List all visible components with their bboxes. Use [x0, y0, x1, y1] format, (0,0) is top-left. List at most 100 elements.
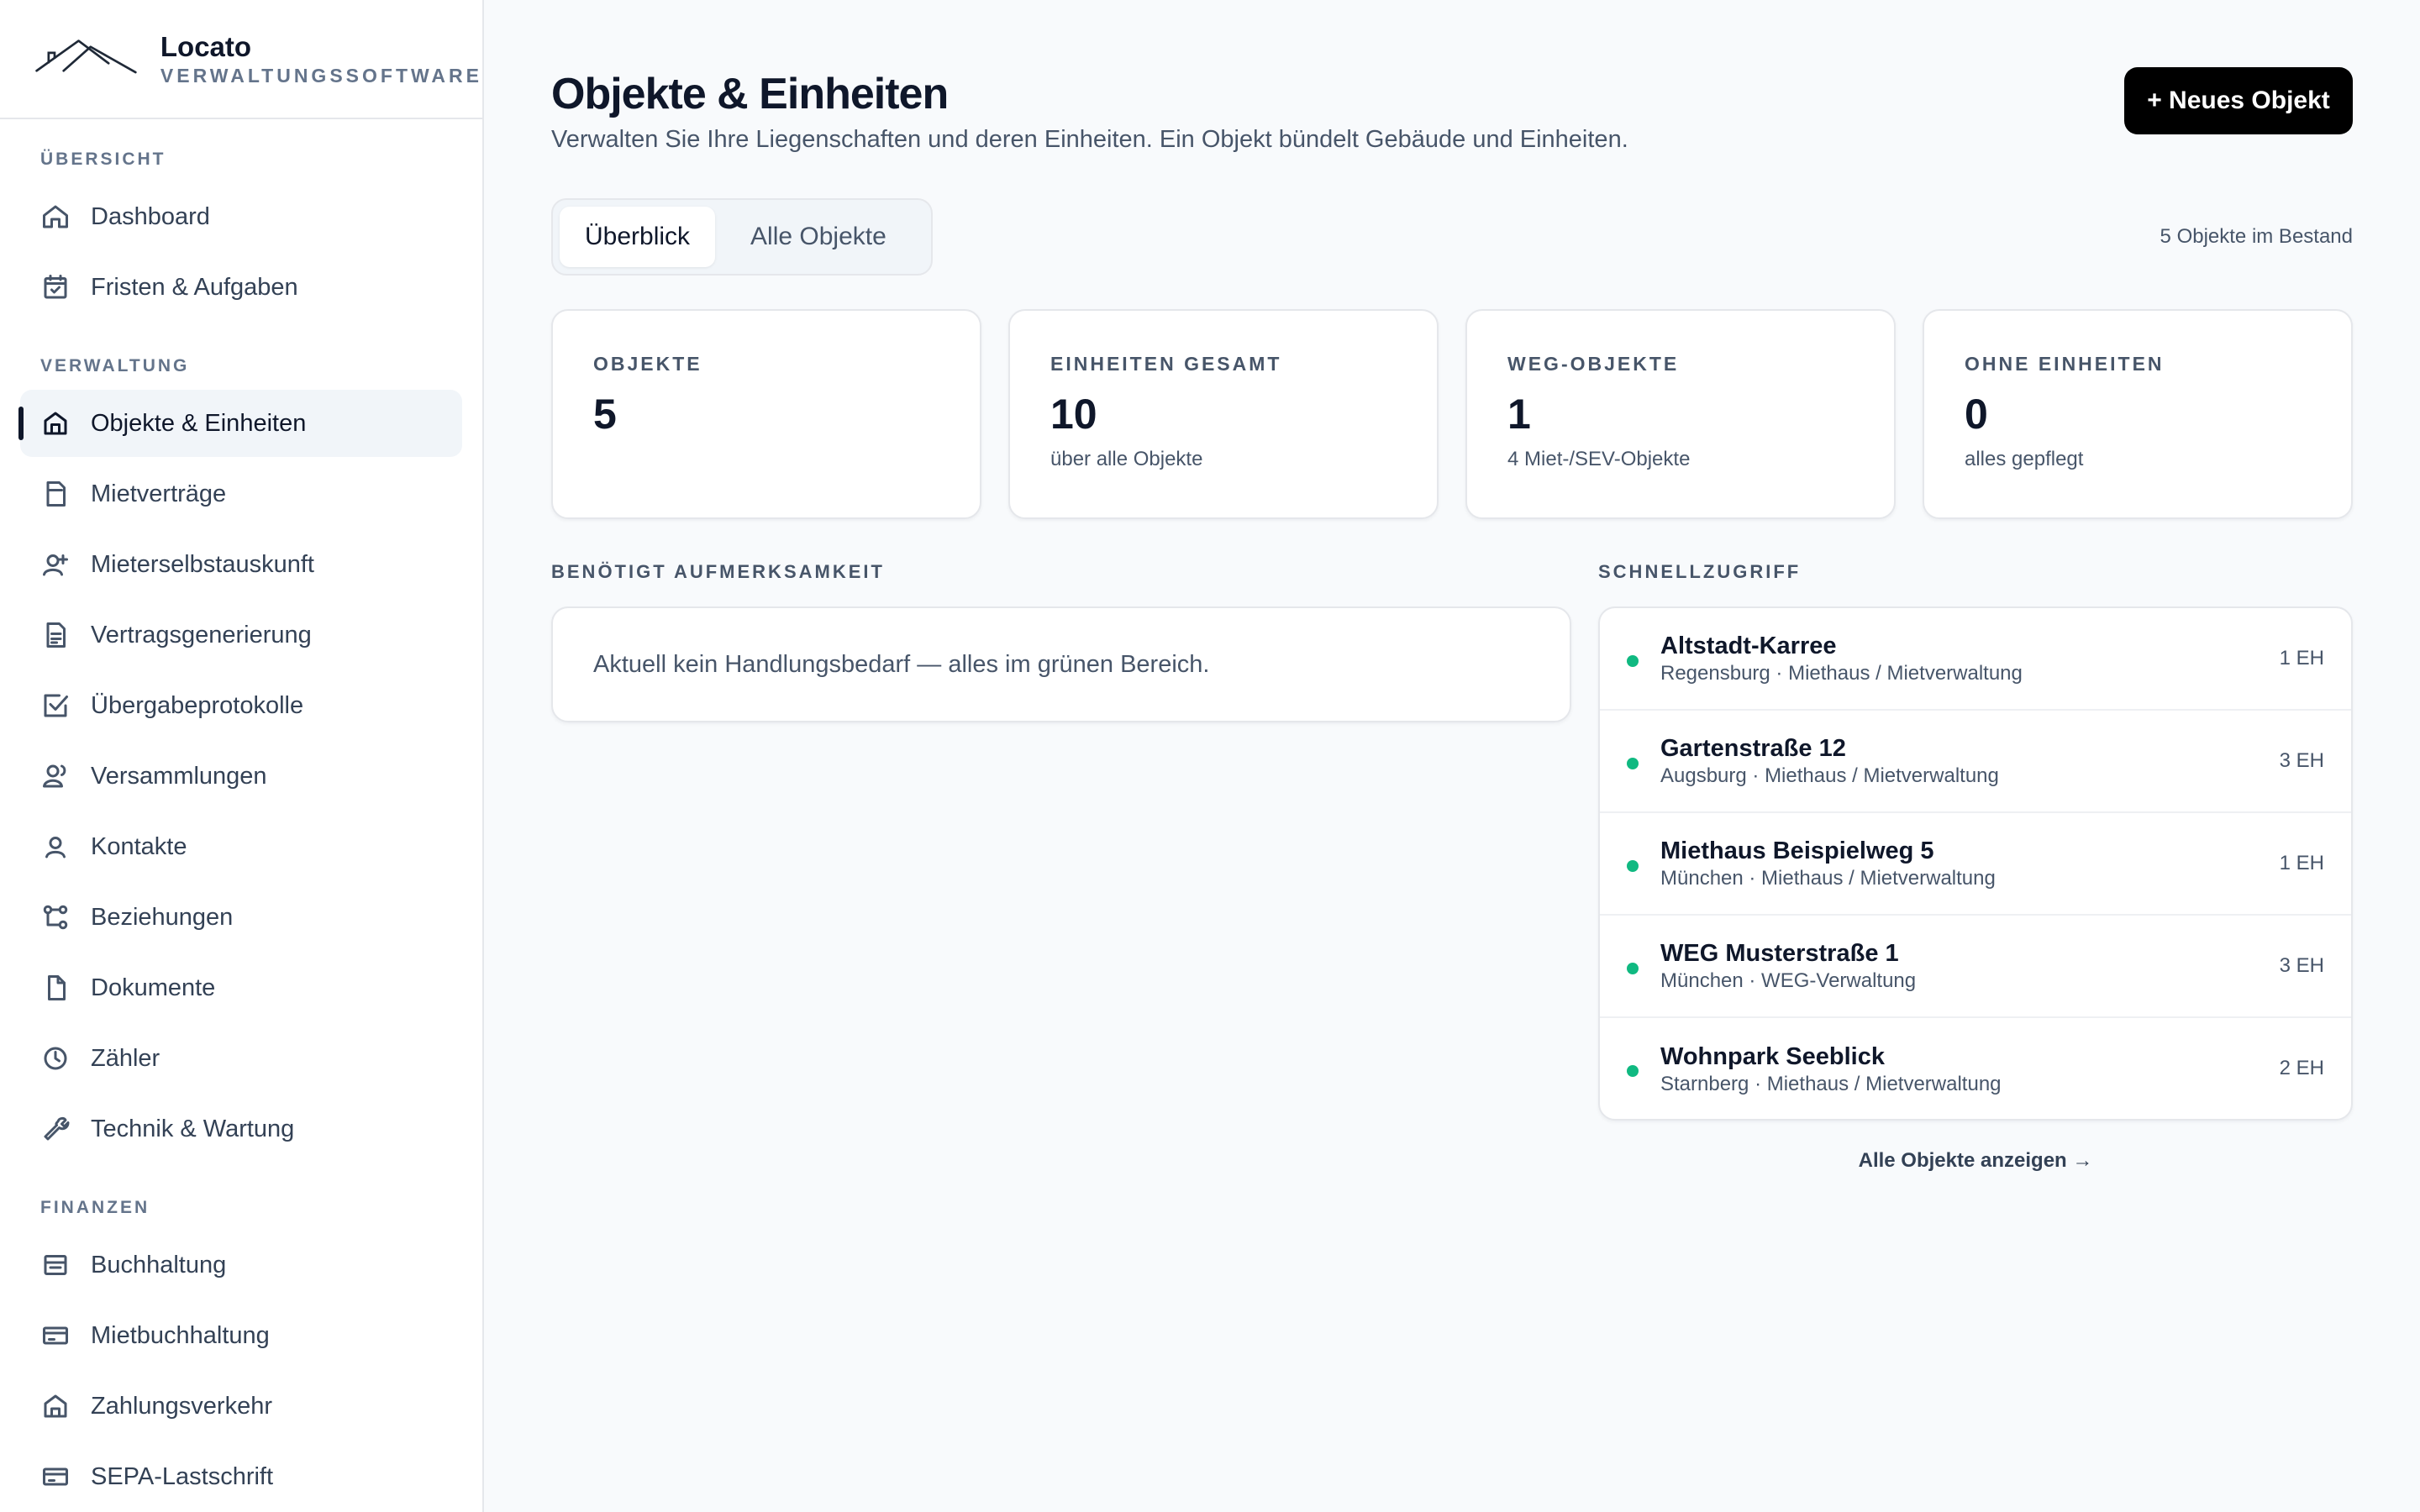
stat-card-weg: WEG-OBJEKTE 1 4 Miet-/SEV-Objekte	[1465, 309, 1896, 519]
show-all-objects-link[interactable]: Alle Objekte anzeigen →	[1598, 1149, 2353, 1173]
calendar-check-icon	[40, 272, 71, 302]
stat-value: 5	[593, 391, 617, 438]
tab-overview[interactable]: Überblick	[560, 207, 716, 267]
home-icon	[40, 202, 71, 232]
stat-sub: alles gepflegt	[1965, 448, 2084, 470]
object-meta: München · WEG-Verwaltung	[1660, 969, 1917, 992]
list-item[interactable]: Altstadt-Karree Regensburg · Miethaus / …	[1600, 608, 2351, 711]
status-dot	[1627, 758, 1639, 769]
object-name: Miethaus Beispielweg 5	[1660, 837, 1934, 864]
brand-subtitle: VERWALTUNGSSOFTWARE	[160, 65, 482, 87]
brand-name: Locato	[160, 31, 252, 62]
stat-label: EINHEITEN GESAMT	[1050, 353, 1282, 375]
sidebar-item-kontakte[interactable]: Kontakte	[20, 813, 462, 880]
nav-section-overview: ÜBERSICHT	[40, 150, 166, 169]
sidebar-item-objekte[interactable]: Objekte & Einheiten	[18, 390, 462, 457]
stat-value: 0	[1965, 391, 1988, 438]
status-dot	[1627, 655, 1639, 667]
stat-label: OBJEKTE	[593, 353, 702, 375]
list-item[interactable]: WEG Musterstraße 1 München · WEG-Verwalt…	[1600, 916, 2351, 1018]
page-title: Objekte & Einheiten	[551, 70, 949, 118]
sidebar-item-zaehler[interactable]: Zähler	[20, 1025, 462, 1092]
sidebar-item-label: Zähler	[91, 1044, 160, 1072]
sidebar-item-label: Mieterselbstauskunft	[91, 550, 314, 578]
stat-value: 10	[1050, 391, 1097, 438]
sidebar-item-zahlungsverkehr[interactable]: Zahlungsverkehr	[20, 1373, 462, 1440]
unit-count: 1 EH	[2279, 852, 2324, 874]
sidebar-item-label: SEPA-Lastschrift	[91, 1462, 274, 1490]
file-icon	[40, 973, 71, 1003]
sidebar-item-label: Übergabeprotokolle	[91, 691, 304, 719]
checkbox-icon	[40, 690, 71, 721]
sidebar-item-vertragsgenerierung[interactable]: Vertragsgenerierung	[20, 601, 462, 669]
status-dot	[1627, 860, 1639, 872]
sidebar-item-label: Dashboard	[91, 202, 210, 230]
sidebar-item-beziehungen[interactable]: Beziehungen	[20, 884, 462, 951]
nav-section-verwaltung: VERWALTUNG	[40, 356, 190, 375]
card-icon	[40, 1462, 71, 1492]
object-meta: Regensburg · Miethaus / Mietverwaltung	[1660, 662, 2023, 685]
object-name: Gartenstraße 12	[1660, 735, 1846, 762]
document-text-icon	[40, 620, 71, 650]
sidebar-item-buchhaltung[interactable]: Buchhaltung	[20, 1231, 462, 1299]
main-content: Objekte & Einheiten Verwalten Sie Ihre L…	[486, 0, 2420, 1512]
sidebar-item-label: Mietbuchhaltung	[91, 1321, 270, 1349]
sidebar-item-label: Versammlungen	[91, 762, 267, 790]
object-count-note: 5 Objekte im Bestand	[2160, 225, 2353, 248]
attention-box: Aktuell kein Handlungsbedarf — alles im …	[551, 606, 1571, 722]
sidebar-item-label: Objekte & Einheiten	[91, 409, 307, 437]
stat-value: 1	[1507, 391, 1531, 438]
relations-icon	[40, 902, 71, 932]
sidebar-item-dokumente[interactable]: Dokumente	[20, 954, 462, 1021]
bank-icon	[40, 1391, 71, 1421]
users-icon	[40, 761, 71, 791]
sidebar-item-uebergabeprotokolle[interactable]: Übergabeprotokolle	[20, 672, 462, 739]
logo-icon	[35, 39, 137, 74]
stat-sub: 4 Miet-/SEV-Objekte	[1507, 448, 1691, 470]
quick-access-list: Altstadt-Karree Regensburg · Miethaus / …	[1598, 606, 2353, 1121]
object-meta: Starnberg · Miethaus / Mietverwaltung	[1660, 1073, 2002, 1095]
sidebar-item-label: Zahlungsverkehr	[91, 1392, 272, 1420]
status-dot	[1627, 1065, 1639, 1077]
sidebar-item-fristen[interactable]: Fristen & Aufgaben	[20, 254, 462, 321]
sidebar-item-sepa[interactable]: SEPA-Lastschrift	[20, 1443, 462, 1510]
brand-header[interactable]: Locato VERWALTUNGSSOFTWARE	[0, 0, 482, 119]
sidebar-item-mietvertraege[interactable]: Mietverträge	[20, 460, 462, 528]
sidebar-item-label: Beziehungen	[91, 903, 234, 931]
unit-count: 3 EH	[2279, 954, 2324, 977]
sidebar-item-label: Dokumente	[91, 974, 216, 1001]
new-object-button[interactable]: + Neues Objekt	[2124, 67, 2353, 134]
tab-all-objects[interactable]: Alle Objekte	[725, 207, 912, 267]
object-name: WEG Musterstraße 1	[1660, 940, 1899, 967]
list-item[interactable]: Gartenstraße 12 Augsburg · Miethaus / Mi…	[1600, 711, 2351, 813]
contract-icon	[40, 479, 71, 509]
status-dot	[1627, 963, 1639, 974]
sidebar-item-technik[interactable]: Technik & Wartung	[20, 1095, 462, 1163]
sidebar-item-label: Mietverträge	[91, 480, 227, 507]
object-meta: München · Miethaus / Mietverwaltung	[1660, 867, 1996, 890]
unit-count: 1 EH	[2279, 647, 2324, 669]
attention-section-label: BENÖTIGT AUFMERKSAMKEIT	[551, 561, 885, 582]
sidebar: Locato VERWALTUNGSSOFTWARE ÜBERSICHT Das…	[0, 0, 484, 1512]
list-item[interactable]: Miethaus Beispielweg 5 München · Miethau…	[1600, 813, 2351, 916]
ledger-icon	[40, 1250, 71, 1280]
sidebar-item-dashboard[interactable]: Dashboard	[20, 183, 462, 250]
unit-count: 2 EH	[2279, 1057, 2324, 1079]
stat-card-einheiten: EINHEITEN GESAMT 10 über alle Objekte	[1008, 309, 1439, 519]
sidebar-item-mieterselbstauskunft[interactable]: Mieterselbstauskunft	[20, 531, 462, 598]
user-plus-icon	[40, 549, 71, 580]
sidebar-item-mietbuchhaltung[interactable]: Mietbuchhaltung	[20, 1302, 462, 1369]
object-name: Altstadt-Karree	[1660, 633, 1837, 659]
stat-sub: über alle Objekte	[1050, 448, 1203, 470]
nav-section-finanzen: FINANZEN	[40, 1198, 150, 1217]
quick-access-label: SCHNELLZUGRIFF	[1598, 561, 1802, 582]
stat-card-ohne-einheiten: OHNE EINHEITEN 0 alles gepflegt	[1923, 309, 2353, 519]
sidebar-item-label: Vertragsgenerierung	[91, 621, 312, 648]
sidebar-item-versammlungen[interactable]: Versammlungen	[20, 743, 462, 810]
view-tabs: Überblick Alle Objekte	[551, 198, 933, 276]
stat-label: OHNE EINHEITEN	[1965, 353, 2165, 375]
list-item[interactable]: Wohnpark Seeblick Starnberg · Miethaus /…	[1600, 1018, 2351, 1119]
sidebar-item-label: Kontakte	[91, 832, 187, 860]
stat-label: WEG-OBJEKTE	[1507, 353, 1680, 375]
wrench-icon	[40, 1114, 71, 1144]
